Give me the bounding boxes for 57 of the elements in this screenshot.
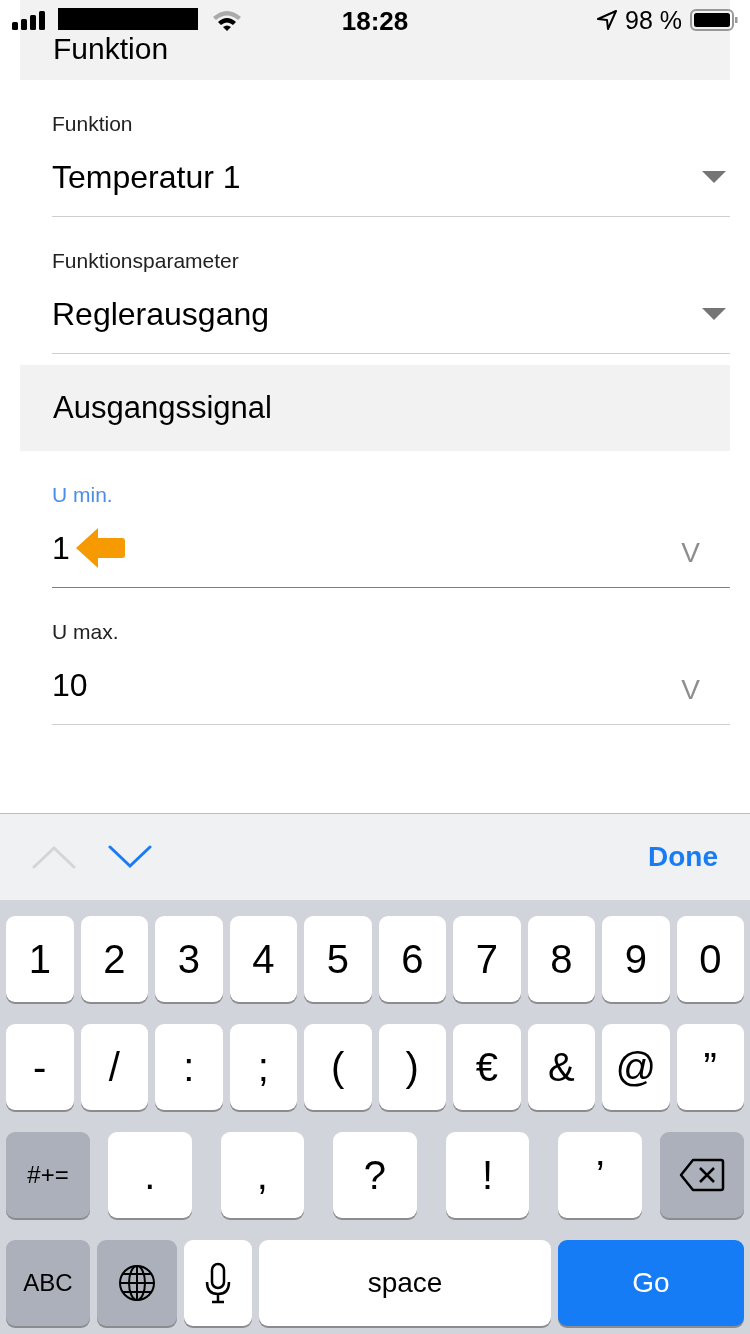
key[interactable]: € [453,1024,521,1110]
battery-percentage: 98 % [625,5,682,35]
signal-icon [12,10,48,30]
key[interactable]: 0 [676,916,744,1002]
dropdown-value[interactable]: Reglerausgang [52,295,270,333]
unit-label: V [681,674,700,706]
key[interactable]: ? [333,1132,417,1218]
key[interactable]: 8 [527,916,595,1002]
key[interactable]: @ [602,1024,670,1110]
wifi-icon [212,9,242,31]
key[interactable]: & [527,1024,595,1110]
dropdown-arrow-icon[interactable] [702,308,726,320]
next-field-button[interactable] [108,845,152,869]
field-label: Funktionsparameter [52,248,239,274]
input-value[interactable]: 1 [52,529,70,567]
key[interactable]: 1 [6,916,74,1002]
key[interactable]: : [155,1024,223,1110]
key[interactable]: ABC [6,1240,90,1326]
dropdown-arrow-icon[interactable] [702,171,726,183]
key[interactable]: 6 [378,916,446,1002]
field-label: U min. [52,482,113,508]
key[interactable]: / [80,1024,148,1110]
input-value[interactable]: 10 [52,666,88,704]
field-label: Funktion [52,111,133,137]
key[interactable]: ( [304,1024,372,1110]
microphone-icon [205,1262,231,1304]
globe-key[interactable] [97,1240,177,1326]
location-icon [597,10,617,30]
battery-icon [690,9,738,31]
key[interactable]: ’ [558,1132,642,1218]
key[interactable]: 3 [155,916,223,1002]
unit-label: V [681,537,700,569]
microphone-key[interactable] [184,1240,252,1326]
key[interactable]: 4 [229,916,297,1002]
key[interactable]: 5 [304,916,372,1002]
go-key[interactable]: Go [558,1240,744,1326]
key[interactable]: ) [378,1024,446,1110]
status-time: 18:28 [341,6,409,37]
key[interactable]: . [108,1132,192,1218]
section-header: Funktion [53,32,169,66]
globe-icon [117,1263,157,1303]
key[interactable]: 7 [453,916,521,1002]
key[interactable]: 2 [80,916,148,1002]
backspace-icon [678,1158,725,1192]
dropdown-value[interactable]: Temperatur 1 [52,158,241,196]
done-button[interactable]: Done [648,841,718,873]
key[interactable]: - [6,1024,74,1110]
backspace-key[interactable] [659,1132,744,1218]
key[interactable]: #+= [6,1132,90,1218]
key[interactable]: , [220,1132,305,1218]
section-title: Ausgangssignal [53,390,272,426]
field-label: U max. [52,619,119,645]
key[interactable]: ; [229,1024,297,1110]
space-key[interactable]: space [259,1240,551,1326]
key[interactable]: ! [445,1132,530,1218]
key[interactable]: 9 [602,916,670,1002]
key[interactable]: ” [676,1024,744,1110]
